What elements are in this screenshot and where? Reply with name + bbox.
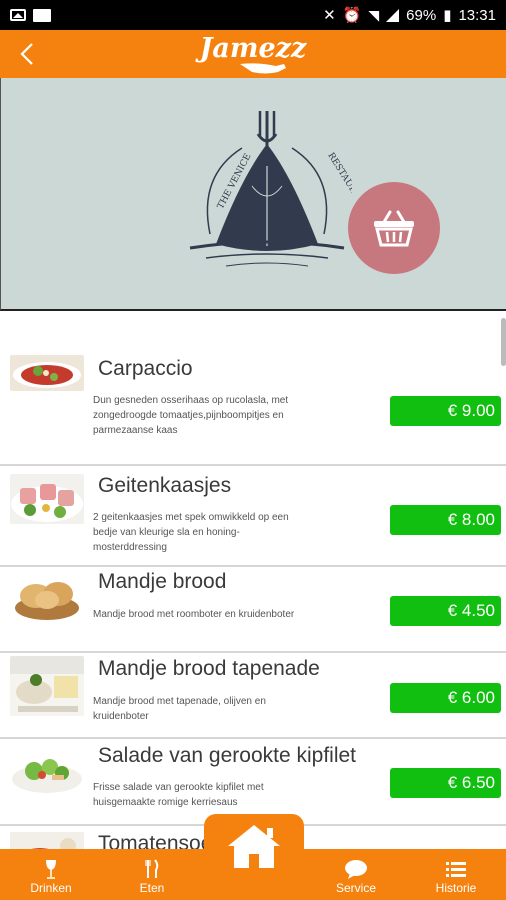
mandje-brood-tapenade-image: [10, 656, 84, 716]
signal-icon: [386, 8, 400, 22]
menu-list: Carpaccio Dun gesneden osserihaas op ruc…: [0, 345, 506, 886]
nav-eten[interactable]: Eten: [107, 849, 197, 900]
cart-button[interactable]: [348, 182, 440, 274]
menu-item-description: 2 geitenkaasjes met spek omwikkeld op ee…: [93, 512, 289, 553]
menu-item-title: Geitenkaasjes: [98, 474, 232, 497]
price-button[interactable]: € 6.50: [390, 768, 501, 798]
wifi-icon: ◥: [368, 6, 380, 23]
outlook-notification-icon: [33, 8, 51, 22]
nav-historie[interactable]: Historie: [411, 849, 501, 900]
serving-hand-icon: [240, 63, 286, 74]
battery-percent: 69%: [406, 6, 437, 24]
menu-item-title: Salade van gerookte kipfilet: [98, 744, 356, 767]
mandje-brood-image: [10, 572, 84, 622]
salade-image: [10, 749, 84, 795]
image-notification-icon: [10, 9, 26, 21]
menu-item[interactable]: Geitenkaasjes 2 geitenkaasjes met spek o…: [0, 466, 506, 567]
restaurant-banner: THE VENICE RESTAURANT: [0, 78, 506, 311]
nav-label: Service: [335, 881, 376, 895]
fork-knife-icon: [145, 859, 159, 878]
price-button[interactable]: € 6.00: [390, 683, 501, 713]
alarm-icon: ⏰: [342, 7, 362, 24]
home-icon: [228, 825, 280, 868]
carpaccio-image: [10, 355, 84, 391]
menu-item-title: Mandje brood tapenade: [98, 657, 320, 680]
price-button[interactable]: € 8.00: [390, 505, 501, 535]
menu-item[interactable]: Salade van gerookte kipfilet Frisse sala…: [0, 739, 506, 826]
geitenkaasjes-image: [10, 474, 84, 524]
home-button[interactable]: [204, 814, 304, 900]
wine-glass-icon: [46, 860, 56, 879]
menu-item-description: Mandje brood met tapenade, olijven en kr…: [93, 696, 266, 722]
menu-item[interactable]: Mandje brood tapenade Mandje brood met t…: [0, 653, 506, 739]
battery-icon: ▮: [443, 7, 452, 24]
status-bar: ✕ ⏰ ◥ 69% ▮ 13:31: [0, 0, 506, 30]
basket-icon: [374, 210, 414, 247]
price-button[interactable]: € 9.00: [390, 396, 501, 426]
menu-item-description: Dun gesneden osserihaas op rucolasla, me…: [93, 395, 289, 436]
list-icon: [446, 862, 466, 877]
nav-label: Historie: [435, 881, 477, 895]
clock: 13:31: [458, 6, 496, 24]
nav-label: Drinken: [30, 881, 72, 895]
menu-item[interactable]: Carpaccio Dun gesneden osserihaas op ruc…: [0, 345, 506, 466]
nav-service[interactable]: Service: [311, 849, 401, 900]
nav-label: Eten: [139, 881, 165, 895]
logo-text-right: RESTAURANT: [325, 151, 352, 212]
restaurant-logo: THE VENICE RESTAURANT: [189, 111, 352, 267]
nav-drinken[interactable]: Drinken: [6, 849, 96, 900]
mute-icon: ✕: [323, 7, 336, 24]
menu-item[interactable]: Mandje brood Mandje brood met roomboter …: [0, 567, 506, 653]
menu-item-description: Mandje brood met roomboter en kruidenbot…: [93, 609, 295, 620]
chat-bubble-icon: [345, 860, 367, 879]
price-button[interactable]: € 4.50: [390, 596, 501, 626]
menu-item-description: Frisse salade van gerookte kipfilet met …: [93, 782, 264, 808]
app-header: Jamezz: [0, 30, 506, 78]
menu-item-title: Mandje brood: [98, 570, 227, 593]
menu-item-title: Carpaccio: [98, 357, 193, 380]
